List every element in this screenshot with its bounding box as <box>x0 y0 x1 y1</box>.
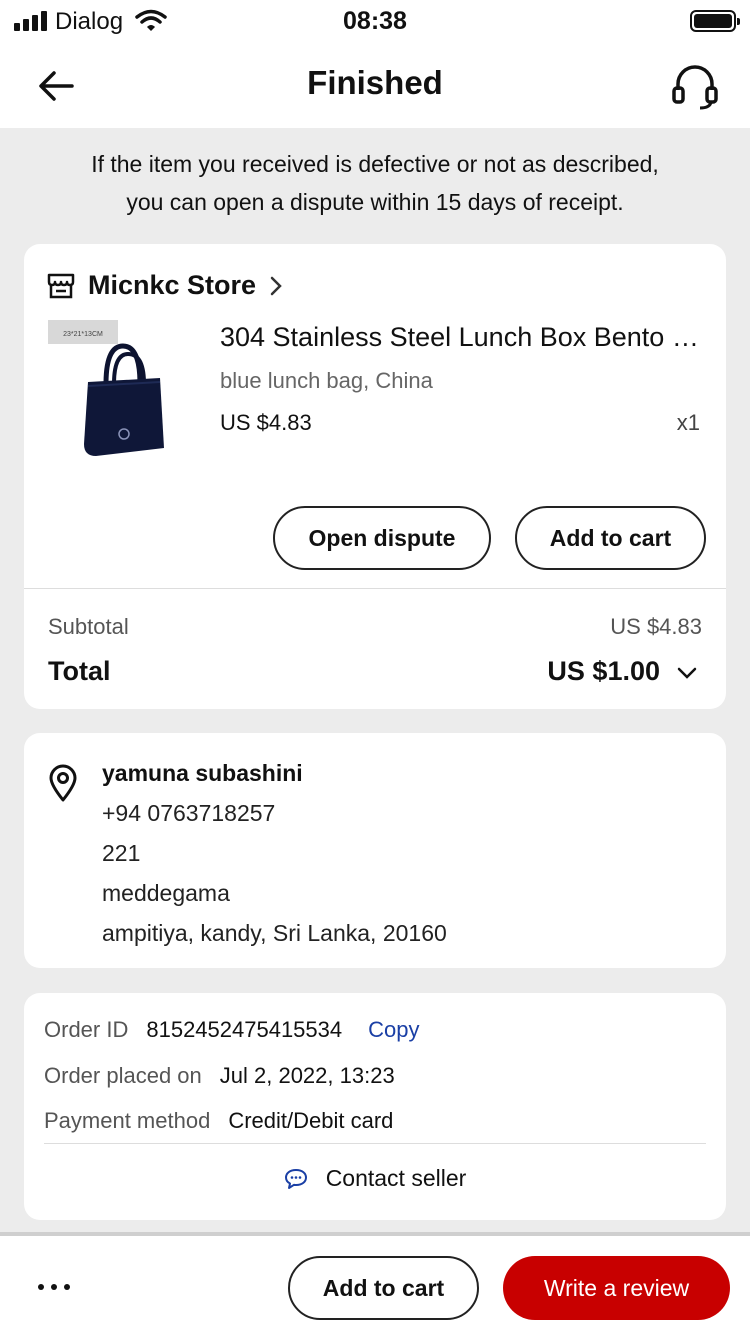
divider <box>44 1143 706 1144</box>
battery-icon <box>690 10 740 32</box>
product-image[interactable]: 23*21*13CM <box>48 320 178 460</box>
page-title: Finished <box>307 64 443 101</box>
contact-seller-label: Contact seller <box>325 1165 467 1191</box>
order-info-card: Order ID 8152452475415534 Copy Order pla… <box>24 993 726 1220</box>
subtotal-label: Subtotal <box>48 614 129 639</box>
add-to-cart-button[interactable]: Add to cart <box>515 506 706 570</box>
address-line-2: meddegama <box>102 880 230 906</box>
subtotal-value: US $4.83 <box>610 614 702 639</box>
product-variant: blue lunch bag, China <box>220 368 433 393</box>
recipient-phone: +94 0763718257 <box>102 800 276 826</box>
product-price: US $4.83 <box>220 410 312 435</box>
product-title[interactable]: 304 Stainless Steel Lunch Box Bento Box <box>220 322 710 353</box>
order-placed-value: Jul 2, 2022, 13:23 <box>219 1063 395 1088</box>
divider <box>24 588 726 589</box>
address-line-3: ampitiya, kandy, Sri Lanka, 20160 <box>102 920 447 946</box>
payment-method-label: Payment method <box>44 1108 211 1133</box>
status-bar: Dialog 08:38 <box>0 0 750 44</box>
clock: 08:38 <box>343 7 407 35</box>
copy-order-id-link[interactable]: Copy <box>368 1017 419 1043</box>
product-quantity: x1 <box>676 410 700 435</box>
dispute-notice: If the item you received is defective or… <box>0 128 750 244</box>
payment-method-value: Credit/Debit card <box>228 1108 394 1133</box>
nav-bar: Finished <box>0 44 750 128</box>
chevron-right-icon <box>270 276 282 295</box>
order-card: Micnkc Store 23*21*13CM 304 Stainless St… <box>24 244 726 709</box>
notice-line-2: you can open a dispute within 15 days of… <box>126 189 624 215</box>
total-label: Total <box>48 656 111 686</box>
headset-icon[interactable] <box>670 62 720 112</box>
product-image-tag: 23*21*13CM <box>63 331 103 338</box>
payment-method-row: Payment method Credit/Debit card <box>44 1108 393 1134</box>
bottom-add-to-cart-button[interactable]: Add to cart <box>288 1256 479 1320</box>
contact-seller-button[interactable]: Contact seller <box>24 1165 726 1192</box>
write-review-button[interactable]: Write a review <box>503 1256 730 1320</box>
chevron-down-icon[interactable] <box>676 662 698 684</box>
total-value[interactable]: US $1.00 <box>547 656 660 687</box>
bottom-action-bar: Add to cart Write a review <box>0 1232 750 1334</box>
recipient-name: yamuna subashini <box>102 760 303 786</box>
store-link[interactable]: Micnkc Store <box>46 270 284 301</box>
order-id-row: Order ID 8152452475415534 Copy <box>44 1017 419 1043</box>
order-placed-label: Order placed on <box>44 1063 202 1088</box>
address-line-1: 221 <box>102 840 141 866</box>
store-icon <box>47 273 75 298</box>
shipping-address-card: yamuna subashini +94 0763718257 221 medd… <box>24 733 726 968</box>
more-options-icon[interactable] <box>38 1284 70 1290</box>
open-dispute-button[interactable]: Open dispute <box>273 506 491 570</box>
order-id-label: Order ID <box>44 1017 129 1042</box>
order-id-value: 8152452475415534 <box>146 1017 343 1042</box>
store-name: Micnkc Store <box>88 270 257 300</box>
notice-line-1: If the item you received is defective or… <box>91 151 659 177</box>
location-pin-icon <box>49 764 77 802</box>
chat-bubble-icon <box>284 1168 307 1189</box>
order-placed-row: Order placed on Jul 2, 2022, 13:23 <box>44 1063 395 1089</box>
